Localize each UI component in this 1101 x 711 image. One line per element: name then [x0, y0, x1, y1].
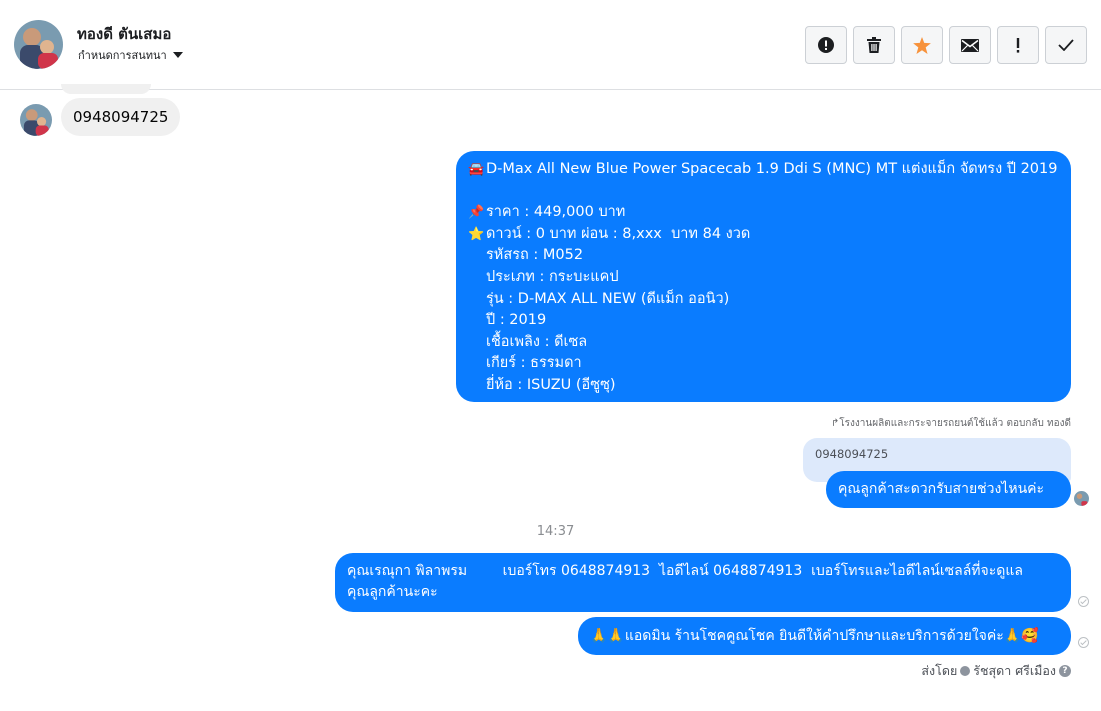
listing-detail: ปี : 2019: [486, 312, 547, 329]
sent-by-name: รัชสุดา ศรีเมือง: [973, 663, 1056, 678]
conversation-settings-dropdown[interactable]: กำหนดการสนทนา: [78, 46, 183, 64]
header-actions: [805, 26, 1087, 64]
sender-avatar: [20, 104, 52, 136]
admin-thanks-message[interactable]: 🙏🙏แอดมิน ร้านโชคคูณโชค ยินดีให้คำปรึกษาแ…: [578, 617, 1071, 655]
listing-title-row: 🚘 D-Max All New Blue Power Spacecab 1.9 D…: [468, 159, 1059, 181]
contact-name[interactable]: ทองดี ตันเสมอ: [77, 22, 171, 46]
agent-line-1: คุณเรณุกา พิลาพรม เบอร์โทร 0648874913 ไอ…: [347, 563, 1023, 579]
car-emoji: 🚘: [468, 162, 485, 177]
conversation-settings-label: กำหนดการสนทนา: [78, 49, 167, 62]
contact-avatar[interactable]: [14, 20, 63, 69]
listing-detail: เกียร์ : ธรรมดา: [486, 355, 582, 372]
down-payment-row: ⭐ ดาวน์ : 0 บาท ผ่อน : 8,xxx บาท 84 งวด: [468, 224, 1059, 246]
listing-detail: ประเภท : กระบะแคป: [486, 268, 619, 285]
car-listing-message[interactable]: 🚘 D-Max All New Blue Power Spacecab 1.9 D…: [456, 151, 1071, 402]
listing-down-payment: ดาวน์ : 0 บาท ผ่อน : 8,xxx บาท 84 งวด: [486, 225, 751, 242]
message-timestamp: 14:37: [536, 524, 575, 539]
listing-price: ราคา : 449,000 บาท: [486, 204, 626, 221]
alert-circle-icon: [818, 37, 834, 53]
price-row: 📌 ราคา : 449,000 บาท: [468, 202, 1059, 224]
listing-detail: เชื้อเพลิง : ดีเซล: [486, 333, 588, 350]
conversation-header: ทองดี ตันเสมอ กำหนดการสนทนา: [0, 0, 1101, 90]
agent-contact-message[interactable]: คุณเรณุกา พิลาพรม เบอร์โทร 0648874913 ไอ…: [335, 553, 1071, 612]
sent-by-info: ส่งโดย รัชสุดา ศรีเมือง ?: [921, 661, 1071, 681]
envelope-icon: [961, 38, 979, 52]
done-button[interactable]: [1045, 26, 1087, 64]
exclamation-icon: [1016, 37, 1020, 53]
reply-message[interactable]: คุณลูกค้าสะดวกรับสายช่วงไหนค่ะ: [826, 471, 1071, 508]
sender-mini-icon: [960, 666, 971, 676]
incoming-message[interactable]: 0948094725: [61, 98, 181, 136]
sent-by-label: ส่งโดย: [921, 663, 958, 678]
checkmark-icon: [1058, 39, 1074, 51]
listing-detail: ยี่ห้อ : ISUZU (อีซูซุ): [486, 376, 616, 393]
seen-avatar: [1074, 491, 1089, 506]
trash-icon: [867, 37, 881, 53]
mail-button[interactable]: [949, 26, 991, 64]
report-button[interactable]: [805, 26, 847, 64]
listing-detail: รุ่น : D-MAX ALL NEW (ดีแม็ก ออนิว): [486, 290, 730, 307]
listing-title: D-Max All New Blue Power Spacecab 1.9 Dd…: [486, 161, 1058, 177]
reply-context-label: ↱โรงงานผลิตและกระจายรถยนต์ใช้แล้ว ตอบกลั…: [830, 418, 1071, 429]
agent-line-2: คุณลูกค้านะคะ: [347, 584, 438, 600]
caret-down-icon: [172, 52, 183, 58]
delivered-check-icon: [1078, 637, 1089, 648]
pin-emoji: 📌: [468, 205, 485, 221]
star-button[interactable]: [901, 26, 943, 64]
help-icon[interactable]: ?: [1059, 665, 1071, 677]
listing-detail: รหัสรถ : M052: [486, 247, 584, 264]
important-button[interactable]: [997, 26, 1039, 64]
delivered-check-icon: [1078, 596, 1089, 607]
previous-message-bubble: [61, 84, 151, 94]
star-icon: [913, 36, 931, 54]
delete-button[interactable]: [853, 26, 895, 64]
star-emoji: ⭐: [468, 226, 485, 242]
